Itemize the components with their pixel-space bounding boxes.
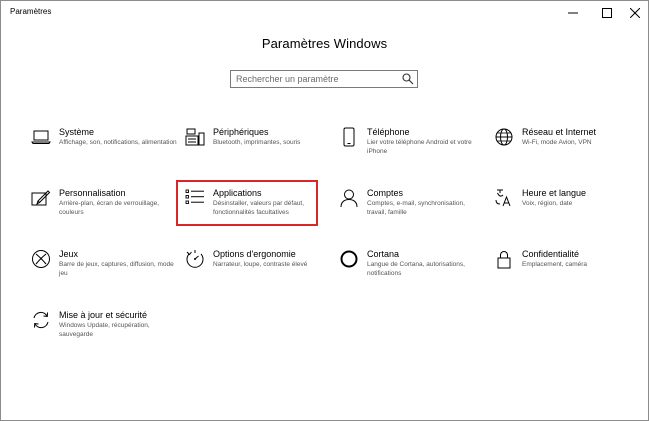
settings-window: Paramètres Paramètres Windows Système Af…: [0, 0, 649, 421]
cortana-icon: [340, 250, 358, 268]
tile-peripheriques[interactable]: Périphériques Bluetooth, imprimantes, so…: [185, 127, 330, 173]
search-icon[interactable]: [402, 73, 414, 85]
tile-name: Comptes: [367, 188, 404, 198]
tile-telephone[interactable]: Téléphone Lier votre téléphone Android e…: [339, 127, 484, 173]
xbox-icon: [32, 250, 50, 268]
window-title: Paramètres: [10, 7, 52, 16]
close-button[interactable]: [621, 1, 649, 25]
minimize-button[interactable]: [559, 1, 587, 25]
laptop-icon: [31, 130, 51, 144]
phone-icon: [343, 127, 355, 147]
time-language-icon: [495, 189, 511, 207]
close-icon: [630, 8, 640, 18]
tile-applications[interactable]: Applications Désinstaller, valeurs par d…: [185, 188, 330, 234]
search-input[interactable]: [231, 71, 402, 87]
globe-icon: [495, 128, 513, 146]
tile-description: Langue de Cortana, autorisations, notifi…: [367, 261, 465, 277]
tile-personnalisation[interactable]: Personnalisation Arrière-plan, écran de …: [31, 188, 176, 234]
tile-name: Confidentialité: [522, 249, 580, 259]
tile-description: Wi-Fi, mode Avion, VPN: [522, 139, 592, 146]
ease-of-access-icon: [186, 250, 204, 268]
tile-jeux[interactable]: Jeux Barre de jeux, captures, diffusion,…: [31, 249, 176, 295]
tile-options-ergonomie[interactable]: Options d'ergonomie Narrateur, loupe, co…: [185, 249, 330, 295]
tile-description: Arrière-plan, écran de verrouillage, cou…: [59, 200, 160, 216]
tile-name: Jeux: [59, 249, 79, 259]
lock-icon: [497, 251, 511, 269]
tile-name: Système: [59, 127, 95, 137]
tile-reseau-internet[interactable]: Réseau et Internet Wi-Fi, mode Avion, VP…: [494, 127, 639, 173]
tile-description: Désinstaller, valeurs par défaut, foncti…: [213, 200, 305, 216]
tile-name: Téléphone: [367, 127, 410, 137]
search-box[interactable]: [230, 70, 418, 88]
title-bar[interactable]: Paramètres: [1, 1, 648, 29]
paint-icon: [31, 190, 51, 206]
tile-name: Heure et langue: [522, 188, 587, 198]
maximize-button[interactable]: [593, 1, 621, 25]
tile-name: Applications: [213, 188, 262, 198]
tile-name: Réseau et Internet: [522, 127, 597, 137]
tile-description: Voix, région, date: [522, 200, 573, 207]
tile-systeme[interactable]: Système Affichage, son, notifications, a…: [31, 127, 177, 173]
tile-description: Bluetooth, imprimantes, souris: [213, 139, 301, 146]
tile-cortana[interactable]: Cortana Langue de Cortana, autorisations…: [339, 249, 484, 295]
tile-comptes[interactable]: Comptes Comptes, e-mail, synchronisation…: [339, 188, 484, 234]
tile-name: Personnalisation: [59, 188, 126, 198]
person-icon: [340, 189, 358, 208]
minimize-icon: [568, 12, 578, 14]
page-title: Paramètres Windows: [261, 36, 388, 51]
tile-name: Cortana: [367, 249, 400, 259]
tile-mise-a-jour-securite[interactable]: Mise à jour et sécurité Windows Update, …: [31, 310, 176, 356]
tile-confidentialite[interactable]: Confidentialité Emplacement, caméra: [494, 249, 639, 295]
sync-icon: [33, 311, 49, 329]
tile-name: Options d'ergonomie: [213, 249, 296, 259]
tile-heure-langue[interactable]: Heure et langue Voix, région, date: [494, 188, 639, 234]
tile-description: Barre de jeux, captures, diffusion, mode…: [59, 261, 174, 277]
tile-description: Comptes, e-mail, synchronisation, travai…: [367, 200, 465, 216]
apps-list-icon: [185, 189, 204, 204]
keyboard-printer-icon: [185, 128, 205, 146]
maximize-icon: [602, 8, 612, 18]
tile-name: Mise à jour et sécurité: [59, 310, 148, 320]
tile-description: Lier votre téléphone Android et votre iP…: [367, 139, 472, 155]
tile-description: Windows Update, récupération, sauvegarde: [59, 322, 150, 338]
tile-description: Narrateur, loupe, contraste élevé: [213, 261, 308, 268]
tile-description: Affichage, son, notifications, alimentat…: [59, 139, 177, 146]
tile-description: Emplacement, caméra: [522, 261, 588, 268]
tile-name: Périphériques: [213, 127, 269, 137]
